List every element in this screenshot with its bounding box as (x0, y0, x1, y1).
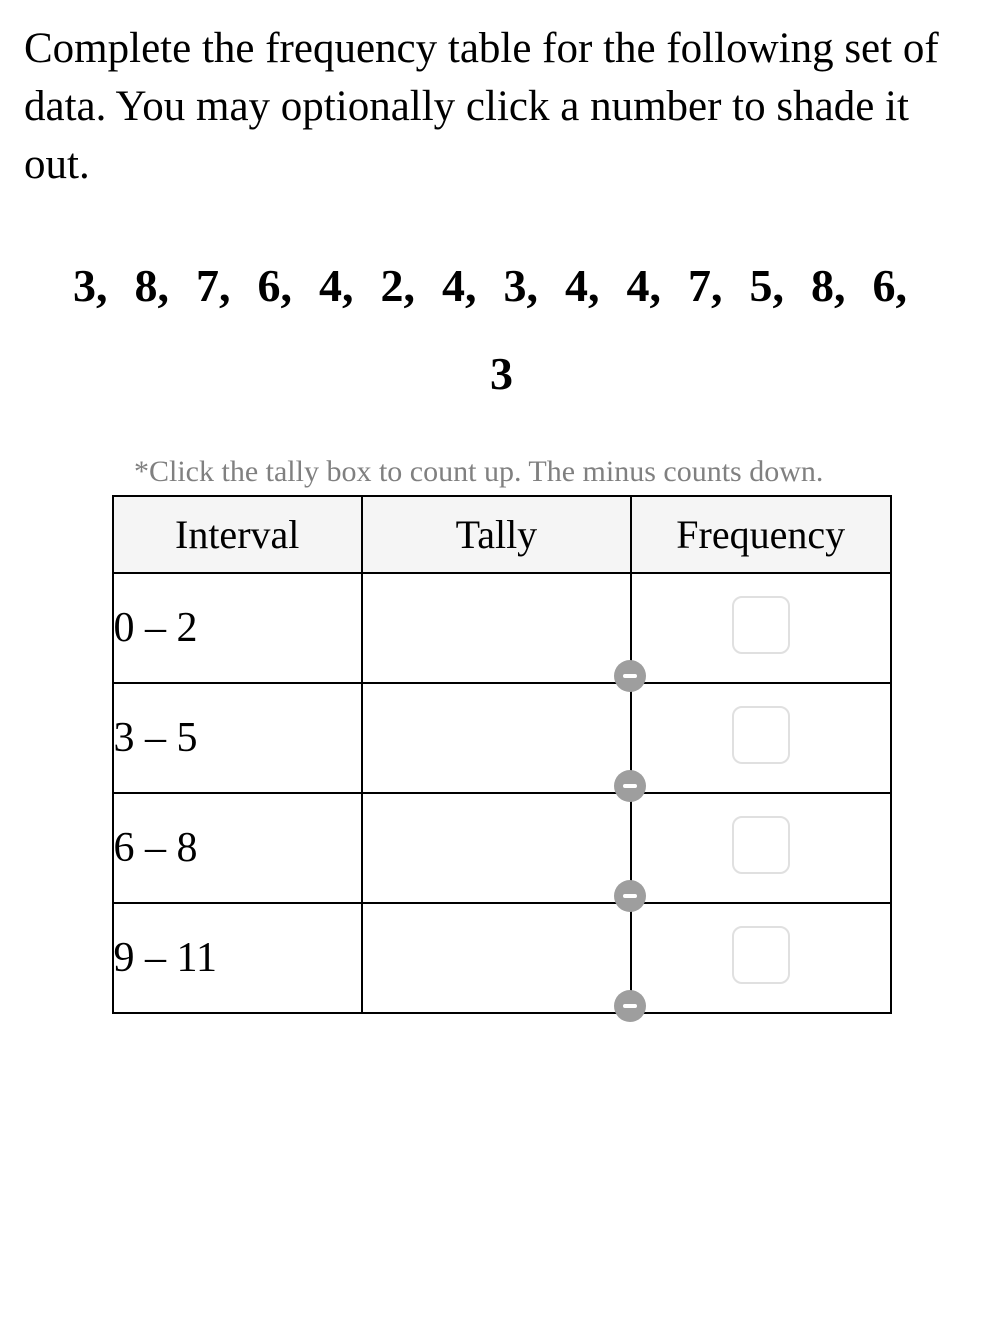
data-number[interactable]: 3, (71, 242, 110, 329)
tally-cell[interactable] (362, 683, 631, 793)
minus-icon[interactable] (614, 880, 646, 912)
frequency-input[interactable] (732, 596, 790, 654)
table-row: 9 – 11 (113, 903, 891, 1013)
header-frequency: Frequency (631, 496, 891, 573)
data-number[interactable]: 4, (440, 242, 479, 329)
minus-icon[interactable] (614, 770, 646, 802)
data-number[interactable]: 4, (563, 242, 602, 329)
data-number[interactable]: 4, (317, 242, 356, 329)
data-number[interactable]: 6, (871, 242, 910, 329)
frequency-cell (631, 683, 891, 793)
header-tally: Tally (362, 496, 631, 573)
minus-icon[interactable] (614, 990, 646, 1022)
frequency-input[interactable] (732, 816, 790, 874)
data-number[interactable]: 8, (809, 242, 848, 329)
data-number[interactable]: 3 (488, 330, 515, 417)
minus-icon[interactable] (614, 660, 646, 692)
data-number[interactable]: 2, (379, 242, 418, 329)
data-number[interactable]: 8, (133, 242, 172, 329)
data-number-list: 3, 8, 7, 6, 4, 2, 4, 3, 4, 4, 7, 5, 8, 6… (24, 242, 979, 417)
tally-cell[interactable] (362, 793, 631, 903)
frequency-table: Interval Tally Frequency 0 – 23 – 56 – 8… (112, 495, 892, 1014)
interval-cell: 9 – 11 (113, 903, 362, 1013)
tally-cell[interactable] (362, 573, 631, 683)
frequency-cell (631, 903, 891, 1013)
tally-cell[interactable] (362, 903, 631, 1013)
frequency-input[interactable] (732, 926, 790, 984)
frequency-input[interactable] (732, 706, 790, 764)
interval-cell: 0 – 2 (113, 573, 362, 683)
hint-text: *Click the tally box to count up. The mi… (134, 455, 979, 489)
interval-cell: 3 – 5 (113, 683, 362, 793)
header-interval: Interval (113, 496, 362, 573)
table-row: 6 – 8 (113, 793, 891, 903)
data-number[interactable]: 4, (625, 242, 664, 329)
table-row: 3 – 5 (113, 683, 891, 793)
data-number[interactable]: 3, (502, 242, 541, 329)
data-number[interactable]: 6, (256, 242, 295, 329)
frequency-cell (631, 793, 891, 903)
interval-cell: 6 – 8 (113, 793, 362, 903)
data-number[interactable]: 7, (194, 242, 233, 329)
instructions-text: Complete the frequency table for the fol… (24, 20, 979, 194)
table-row: 0 – 2 (113, 573, 891, 683)
data-number[interactable]: 5, (748, 242, 787, 329)
frequency-cell (631, 573, 891, 683)
data-number[interactable]: 7, (686, 242, 725, 329)
